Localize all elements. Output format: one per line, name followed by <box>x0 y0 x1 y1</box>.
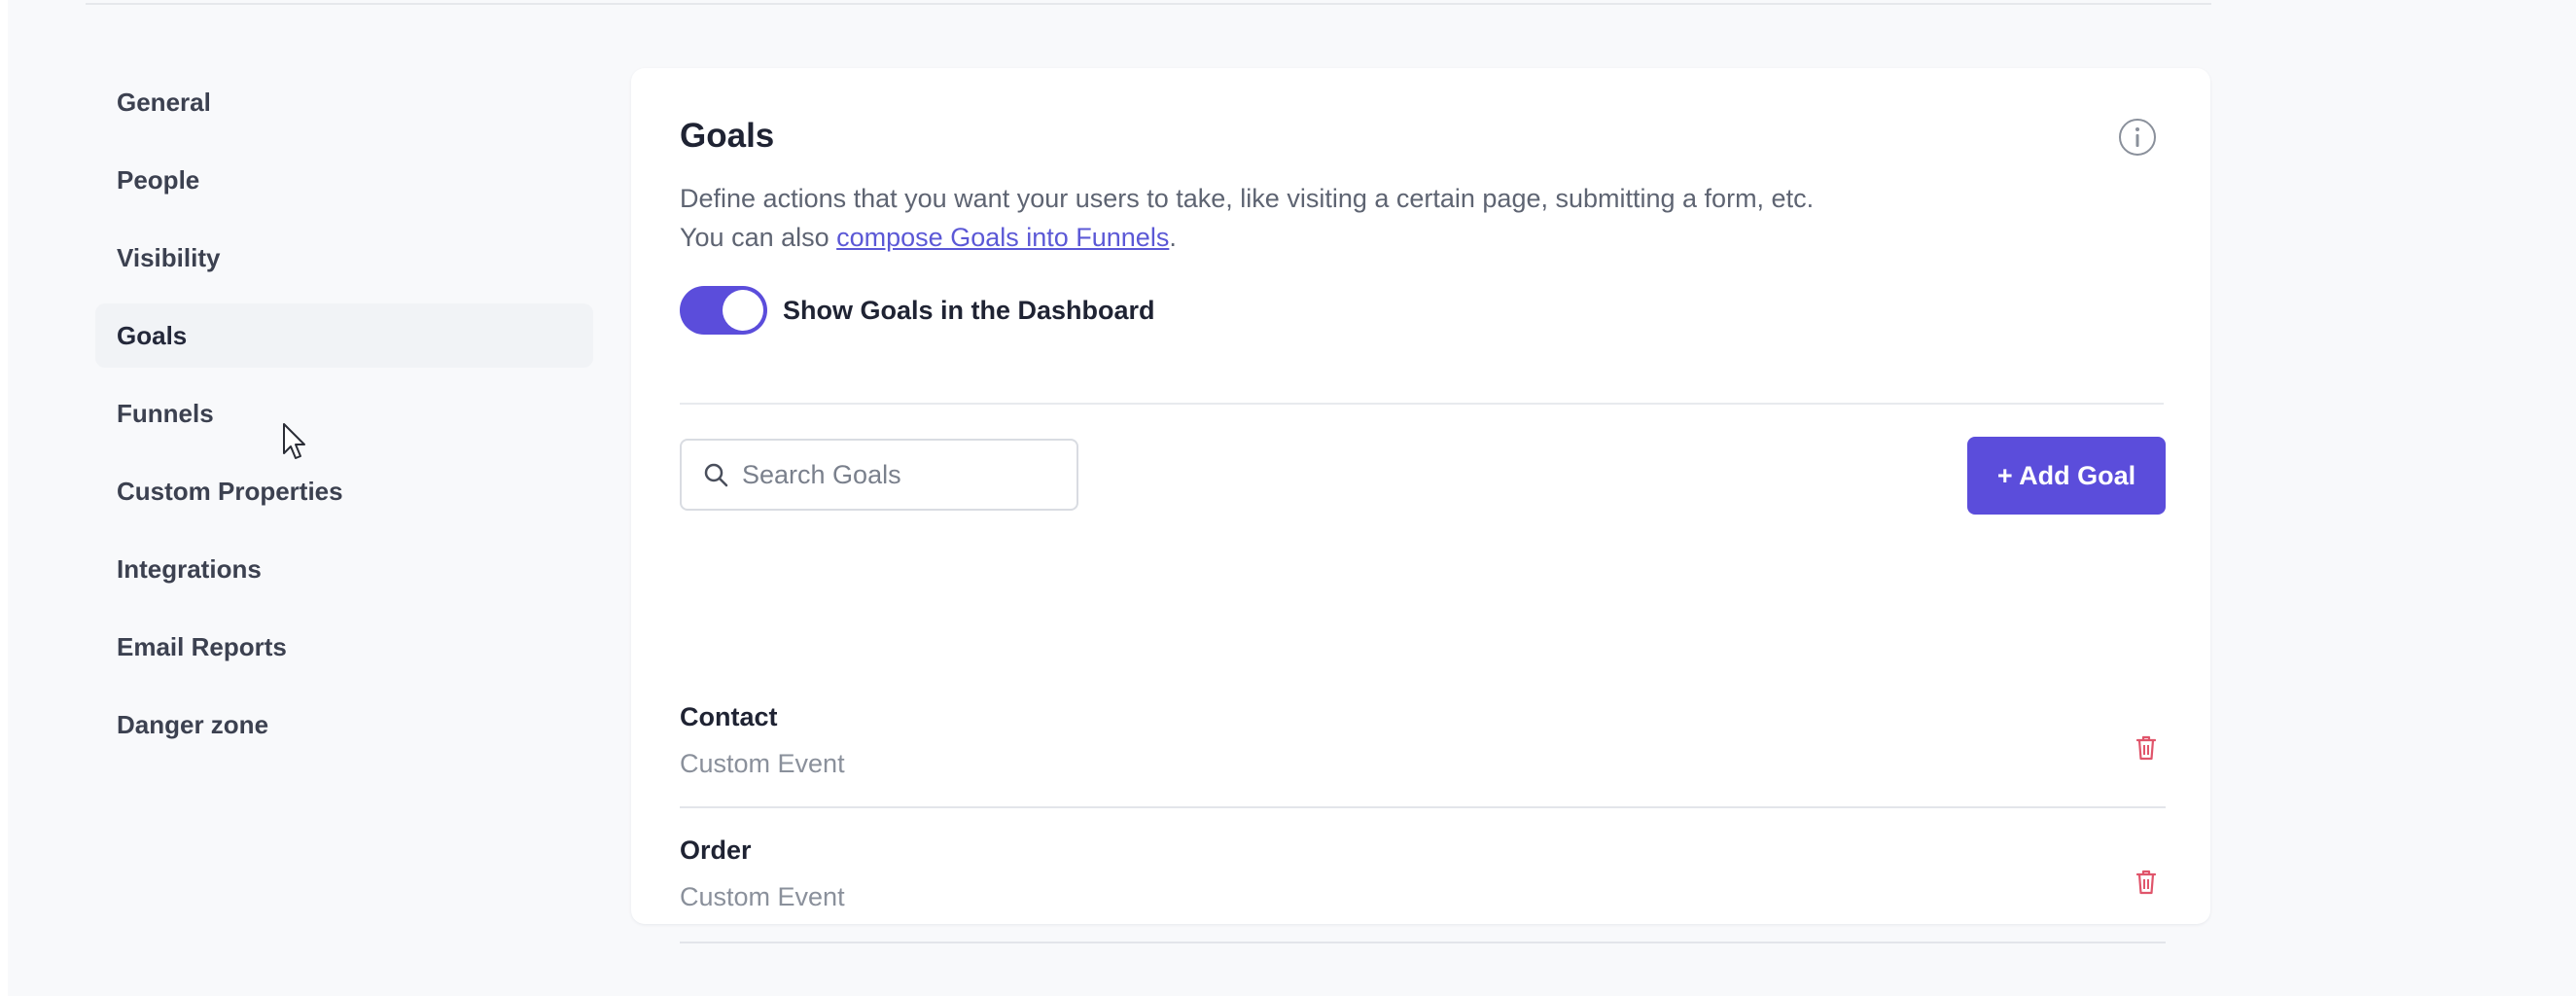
search-input[interactable] <box>742 459 1053 490</box>
info-circle-icon[interactable] <box>2118 118 2157 157</box>
trash-icon[interactable] <box>2135 869 2158 896</box>
sidebar-item-funnels[interactable]: Funnels <box>95 381 593 445</box>
top-divider <box>86 0 2211 5</box>
mouse-pointer-icon <box>283 423 305 459</box>
description-prefix: You can also <box>680 223 837 252</box>
goal-name: Order <box>680 836 752 865</box>
goal-list: Contact Custom Event Order Custom Event <box>680 622 2166 943</box>
description-line-2: You can also compose Goals into Funnels. <box>680 218 1944 257</box>
goal-type: Custom Event <box>680 882 845 911</box>
goal-name: Contact <box>680 702 778 731</box>
toggle-label: Show Goals in the Dashboard <box>783 295 1155 325</box>
sidebar-item-email-reports[interactable]: Email Reports <box>95 615 593 679</box>
show-goals-toggle-row: Show Goals in the Dashboard <box>680 286 1155 335</box>
settings-page: General People Visibility Goals Funnels … <box>8 0 2576 996</box>
search-icon <box>704 463 728 487</box>
list-item[interactable]: Contact Custom Event <box>680 622 2166 808</box>
sidebar-item-integrations[interactable]: Integrations <box>95 537 593 601</box>
page-title: Goals <box>680 117 775 155</box>
add-goal-button[interactable]: + Add Goal <box>1967 437 2166 515</box>
sidebar-item-visibility[interactable]: Visibility <box>95 226 593 290</box>
section-divider <box>680 403 2164 405</box>
goals-card: Goals Define actions that you want your … <box>631 68 2210 943</box>
sidebar-item-custom-properties[interactable]: Custom Properties <box>95 459 593 523</box>
trash-icon[interactable] <box>2135 734 2158 762</box>
sidebar-item-general[interactable]: General <box>95 70 593 134</box>
settings-sidebar: General People Visibility Goals Funnels … <box>95 70 593 770</box>
description-suffix: . <box>1169 223 1177 252</box>
goal-type: Custom Event <box>680 749 845 778</box>
show-goals-toggle[interactable] <box>680 286 767 335</box>
search-box[interactable] <box>680 439 1078 511</box>
description-line-1: Define actions that you want your users … <box>680 184 1815 213</box>
sidebar-item-danger-zone[interactable]: Danger zone <box>95 693 593 757</box>
sidebar-item-people[interactable]: People <box>95 148 593 212</box>
toggle-knob <box>723 290 763 331</box>
compose-funnels-link[interactable]: compose Goals into Funnels <box>836 223 1169 252</box>
list-item[interactable]: Order Custom Event <box>680 808 2166 943</box>
goals-description: Define actions that you want your users … <box>680 179 1944 257</box>
sidebar-item-goals[interactable]: Goals <box>95 303 593 368</box>
